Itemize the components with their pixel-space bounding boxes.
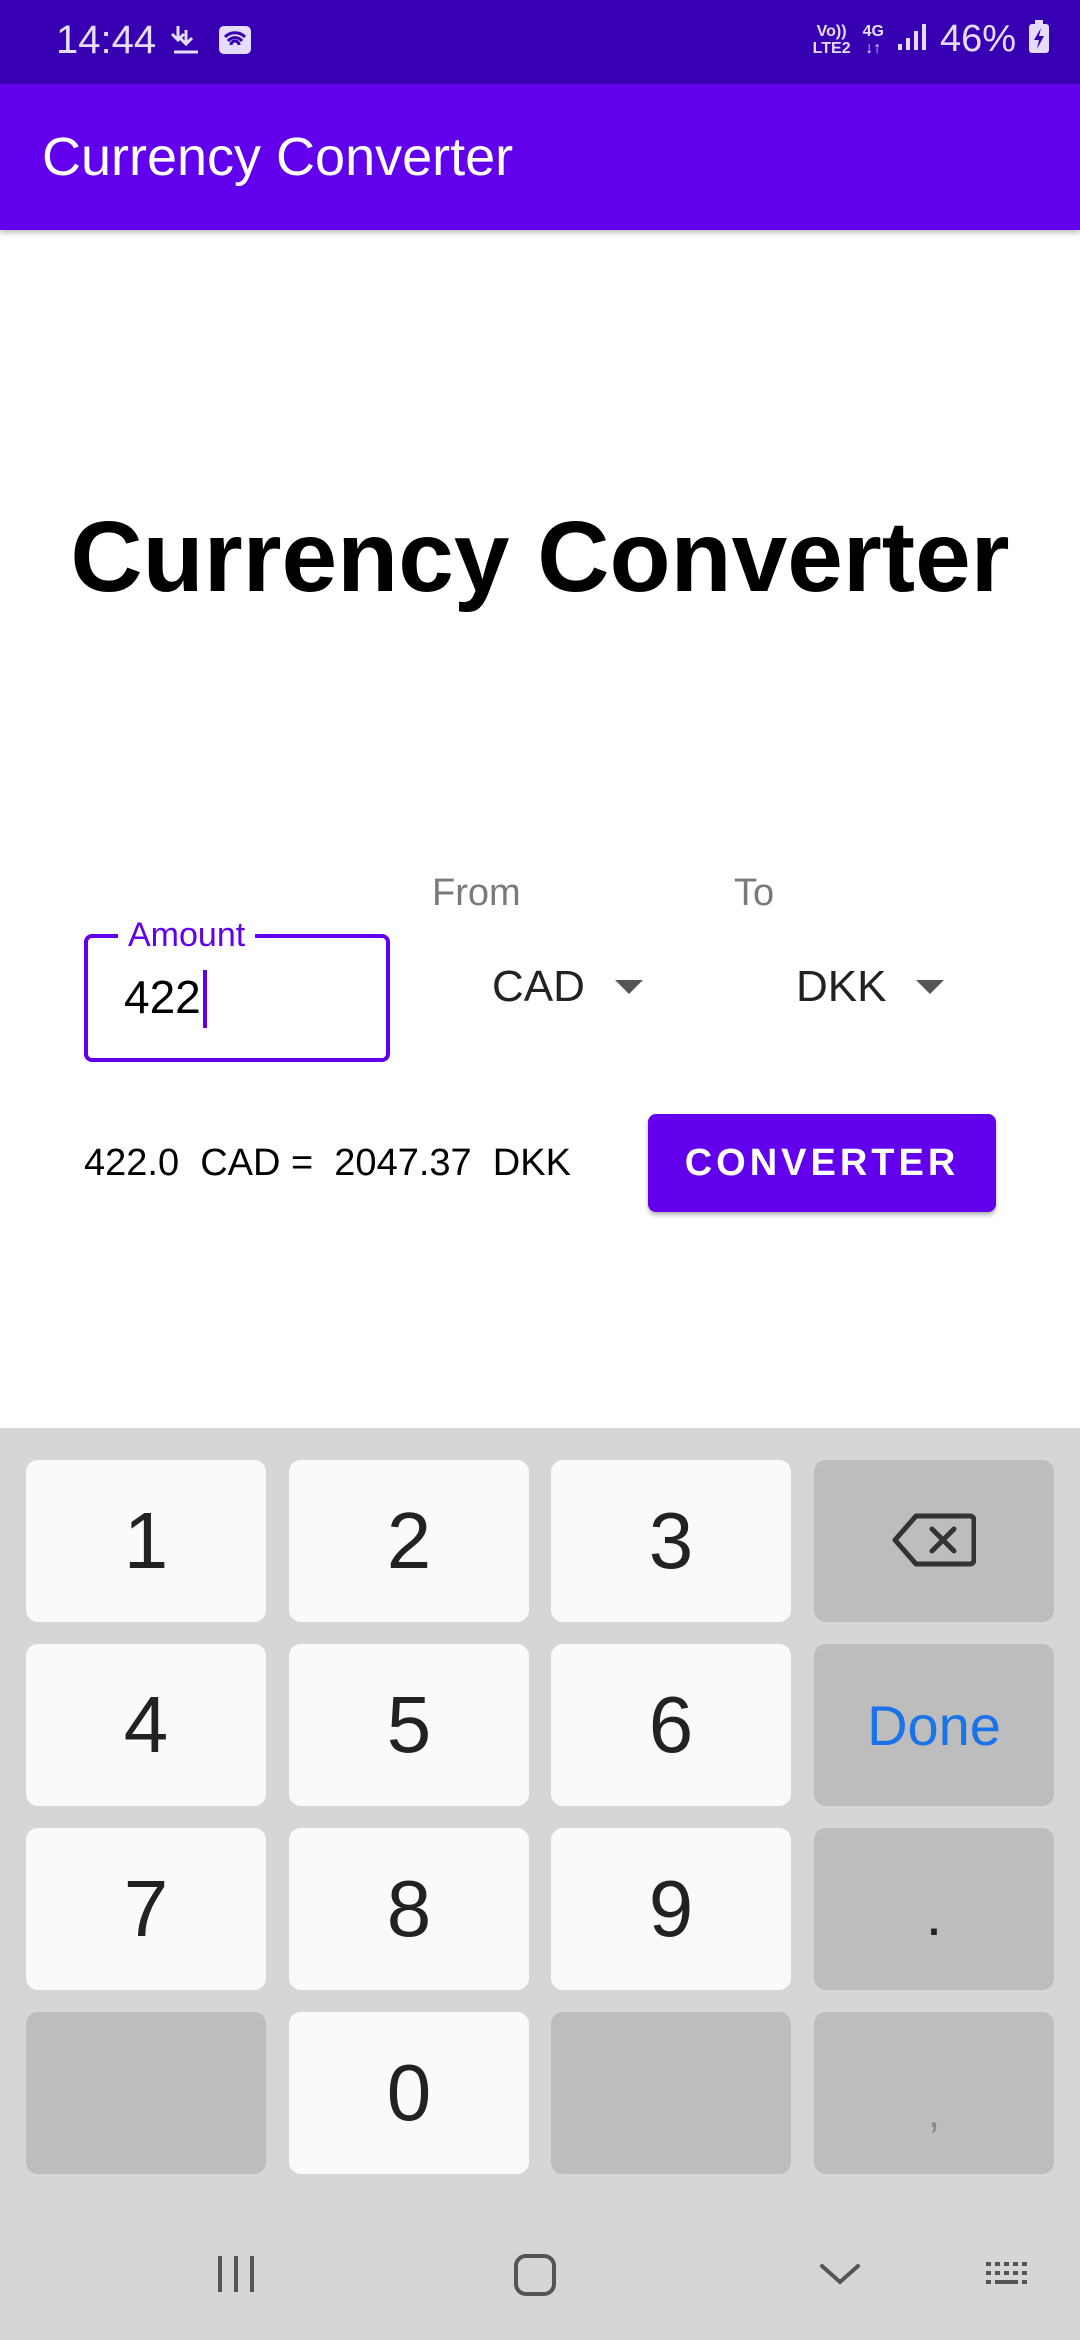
convert-button[interactable]: CONVERTER [648,1114,996,1212]
app-bar-title: Currency Converter [42,127,514,187]
key-5[interactable]: 5 [289,1644,529,1806]
signal-icon [896,22,928,57]
from-currency-spinner[interactable]: CAD [492,962,643,1012]
conversion-result: 422.0 CAD = 2047.37 DKK [84,1142,571,1184]
data-4g-indicator: 4G ↓↑ [862,22,884,57]
dot-key[interactable]: . [814,1828,1054,1990]
keyboard-switch-icon[interactable] [984,2250,1034,2303]
key-3[interactable]: 3 [551,1460,791,1622]
key-4[interactable]: 4 [26,1644,266,1806]
from-currency-value: CAD [492,962,585,1011]
from-label: From [432,872,521,914]
key-8[interactable]: 8 [289,1828,529,1990]
navigation-bar [0,2214,1080,2340]
key-6[interactable]: 6 [551,1644,791,1806]
amount-value[interactable]: 422 [124,970,201,1024]
numeric-keyboard: 1 2 3 4 5 6 Done 7 8 9 . 0 , [0,1428,1080,2214]
dropdown-arrow-icon [614,980,643,994]
key-2[interactable]: 2 [289,1460,529,1622]
blank-key-middle [551,2012,791,2174]
blank-key-left [26,2012,266,2174]
backspace-key[interactable] [814,1460,1054,1622]
key-9[interactable]: 9 [551,1828,791,1990]
status-time: 14:44 [56,18,157,62]
recent-apps-icon[interactable] [214,2250,258,2303]
amount-label: Amount [118,916,256,955]
back-chevron-down-icon[interactable] [818,2250,862,2303]
page-title: Currency Converter [70,501,1010,613]
dropdown-arrow-icon [916,980,945,994]
battery-charging-icon [1028,20,1050,59]
key-7[interactable]: 7 [26,1828,266,1990]
battery-percent: 46% [939,18,1016,60]
backspace-icon [892,1495,977,1587]
text-cursor [203,970,207,1028]
app-bar: Currency Converter [0,84,1080,230]
status-bar: 14:44 Vo)) LTE2 4G ↓↑ 46% [0,0,1080,84]
comma-key[interactable]: , [814,2012,1054,2174]
to-currency-spinner[interactable]: DKK [796,962,945,1012]
to-currency-value: DKK [796,962,887,1011]
key-0[interactable]: 0 [289,2012,529,2174]
home-icon[interactable] [512,2250,560,2303]
key-1[interactable]: 1 [26,1460,266,1622]
to-label: To [734,872,775,914]
download-icon [168,22,204,63]
wifi-icon [218,25,252,60]
done-key[interactable]: Done [814,1644,1054,1806]
volte-indicator: Vo)) LTE2 [812,22,851,57]
